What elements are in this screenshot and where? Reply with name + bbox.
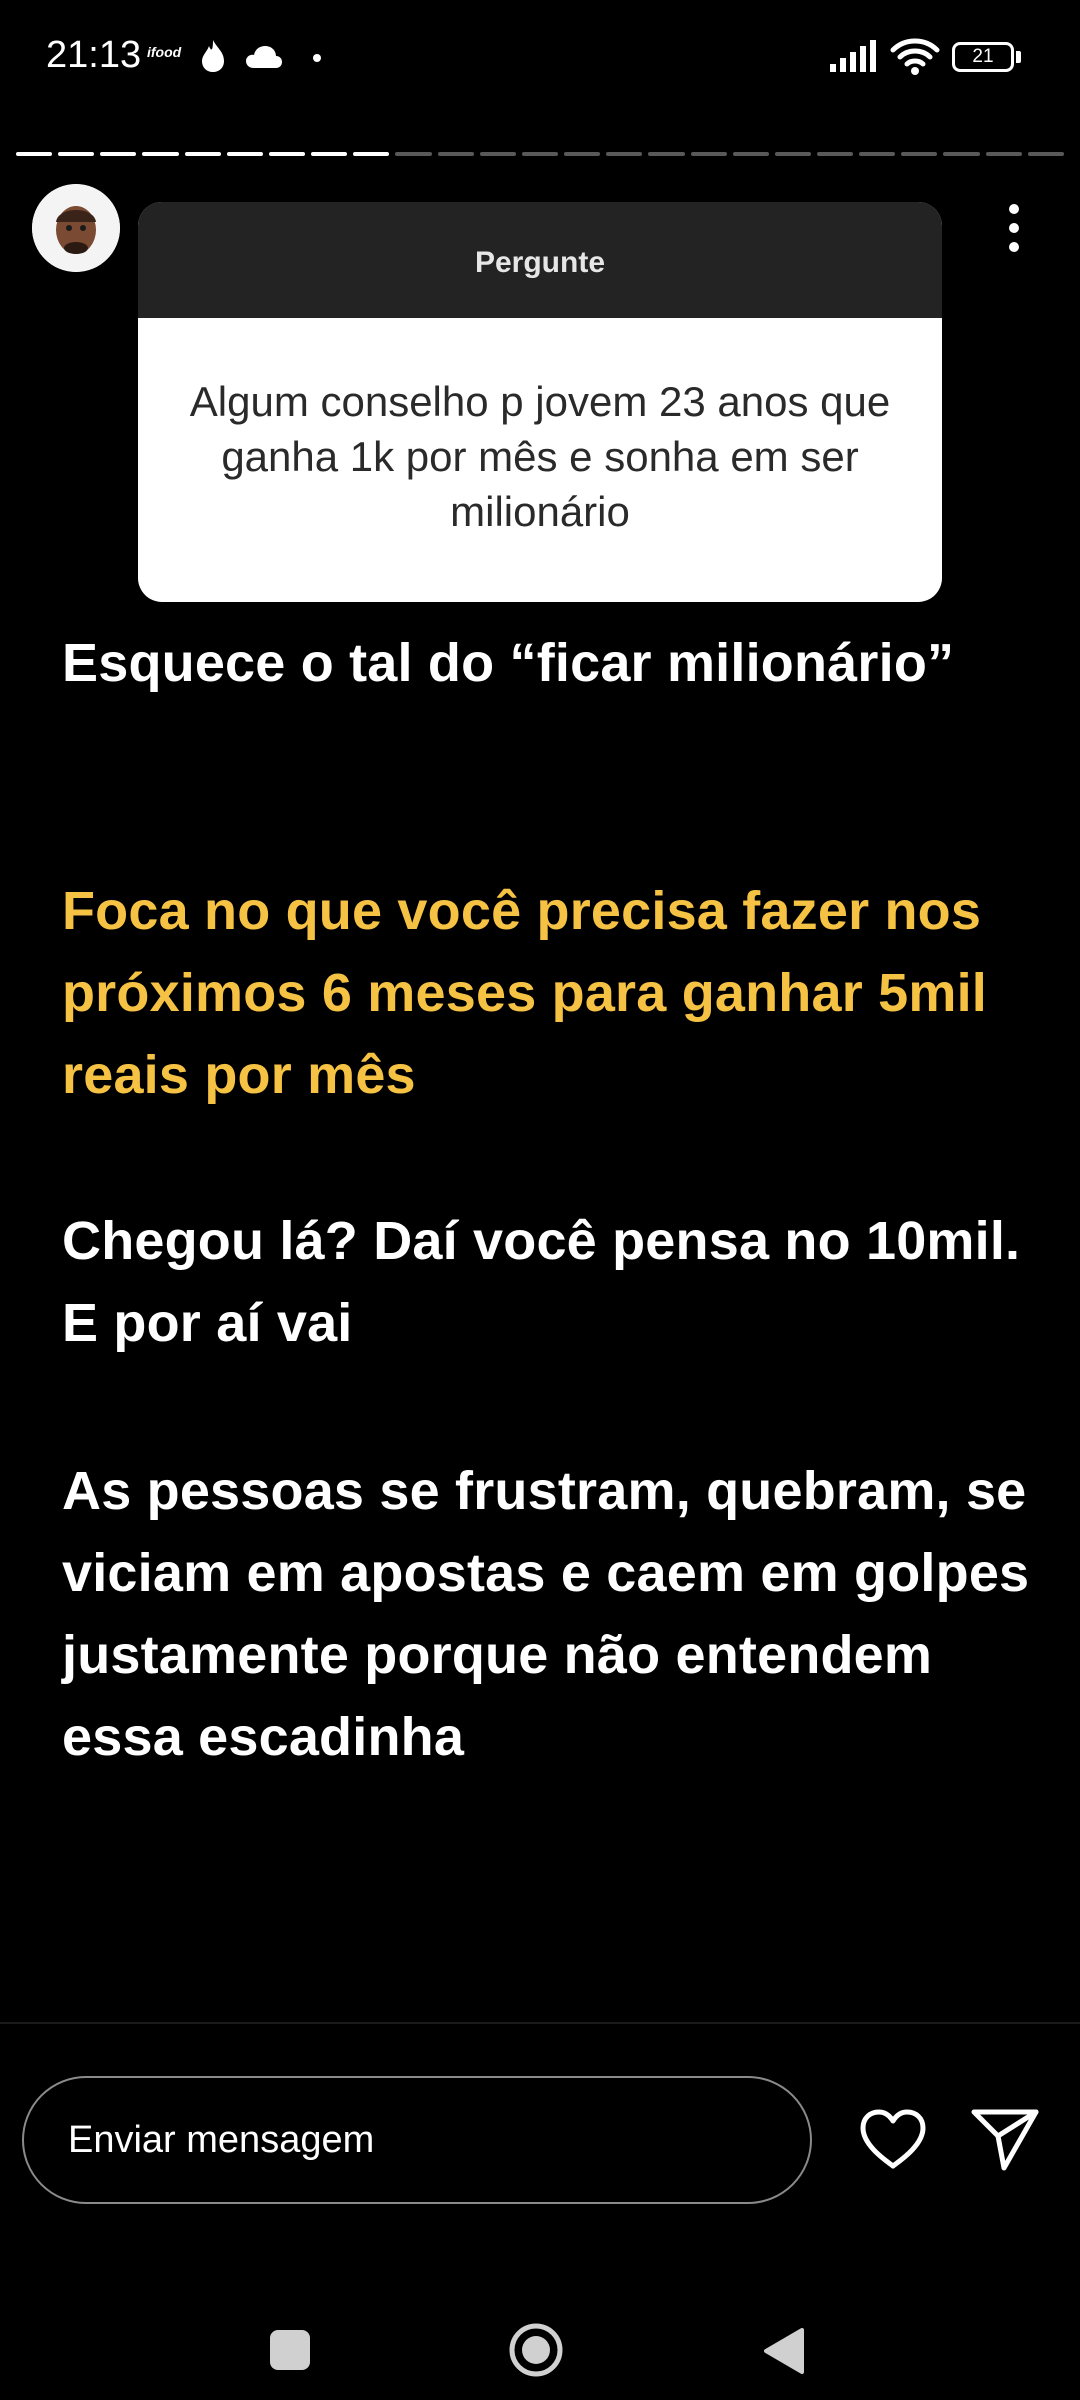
flame-icon [202,40,224,72]
battery-level: 21 [972,46,994,67]
progress-segment [268,152,306,156]
story-progress-bar [16,152,1064,158]
progress-segment [943,152,980,156]
progress-segment [353,152,390,156]
progress-segment [58,152,95,156]
avatar-image [32,184,120,272]
progress-segment [437,152,474,156]
progress-segment [816,152,854,156]
progress-segment [142,152,179,156]
battery-icon: 21 [952,42,1014,72]
progress-segment [690,152,727,156]
question-sticker-text: Algum conselho p jovem 23 anos que ganha… [189,378,891,535]
progress-segment [564,152,601,156]
home-button[interactable] [508,2322,564,2378]
recents-button[interactable] [270,2330,310,2370]
progress-segment [226,152,263,156]
question-sticker-title: Pergunte [474,246,606,279]
progress-segment [648,152,685,156]
progress-segment [774,152,811,156]
question-sticker-header: Pergunte [138,202,942,318]
progress-segment [732,152,769,156]
progress-segment [521,152,559,156]
status-bar: 21:13 ifood 21 [0,0,1080,110]
footer-divider [0,2022,1080,2024]
ifood-notification-icon: ifood [147,44,182,60]
progress-segment [901,152,938,156]
avatar[interactable] [32,184,120,272]
progress-segment [1027,152,1064,156]
cloud-icon [246,46,282,68]
progress-segment [395,152,432,156]
progress-segment [985,152,1022,156]
progress-segment [16,152,53,156]
story-paragraph-3: Chegou lá? Daí você pensa no 10mil. E po… [62,1211,1021,1353]
progress-segment [606,152,643,156]
status-time: 21:13 [46,34,142,76]
back-button[interactable] [760,2326,806,2376]
progress-segment [859,152,896,156]
progress-segment [311,152,348,156]
send-message-input[interactable] [22,2076,812,2204]
question-sticker[interactable]: Pergunte Algum conselho p jovem 23 anos … [138,202,942,602]
wifi-icon [890,38,940,75]
battery-tip [1016,51,1021,63]
heart-icon[interactable] [858,2108,928,2172]
signal-icon [830,40,876,72]
system-nav-bar [0,2280,1080,2400]
progress-segment [100,152,137,156]
story-paragraph-2-highlight: Foca no que você precisa fazer nos próxi… [62,881,987,1105]
story-paragraph-1: Esquece o tal do “ficar milionário” [62,633,955,693]
progress-segment [184,152,221,156]
story-paragraph-4: As pessoas se frustram, quebram, se vici… [62,1461,1030,1767]
progress-segment [479,152,516,156]
notification-dot-icon [313,54,321,62]
more-options-icon[interactable] [996,200,1032,256]
send-icon[interactable] [970,2106,1040,2172]
